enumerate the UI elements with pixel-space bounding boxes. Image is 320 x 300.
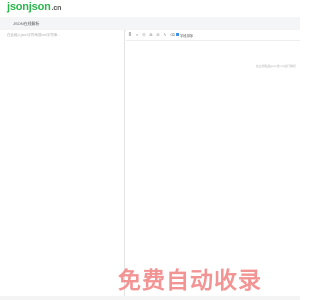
delete-icon[interactable]: ⌫ [170,33,175,37]
expand-icon[interactable]: ⊞ [149,33,153,37]
logo-suffix-text: .cn [51,5,62,12]
json-input-editor[interactable]: 在此输入json字符串或xml字符串... [0,30,125,298]
editor-placeholder: 在此输入json字符串或xml字符串... [7,33,61,37]
sort-fields-label: 字段排序 [180,33,194,38]
nav-item-json-parser[interactable]: JSON在线解析 [13,21,40,27]
site-logo[interactable]: jsonjson.cn [7,1,61,13]
collapse-icon[interactable]: ⊟ [156,33,160,37]
output-toolbar: ≣ ≡ ⎘ ⊞ ⊟ ✎ ⌫ 字段排序 [126,30,300,40]
top-header: jsonjson.cn [0,0,300,14]
format-icon[interactable]: ≣ [128,33,132,37]
empty-hint: 在左侧粘贴json或xml进行解析 [255,64,296,68]
bottom-bar [0,296,300,300]
compress-icon[interactable]: ≡ [135,33,139,37]
watermark-text: 免费自动收录 [118,267,262,293]
logo-main-text: jsonjson [7,1,51,13]
nav-bar: JSON在线解析 [0,17,300,31]
toolbar-divider [126,40,300,41]
copy-icon[interactable]: ⎘ [142,33,146,37]
sort-fields-checkbox[interactable] [176,33,179,36]
edit-icon[interactable]: ✎ [163,33,167,37]
json-output-view: ≣ ≡ ⎘ ⊞ ⊟ ✎ ⌫ 字段排序 在左侧粘贴json或xml进行解析 [126,30,300,298]
